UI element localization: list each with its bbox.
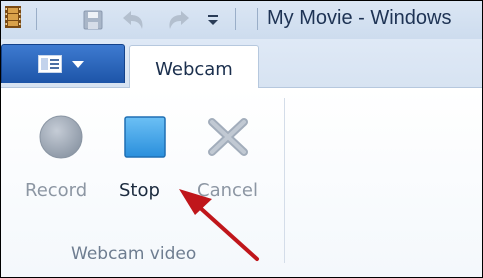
app-window: My Movie - Windows Webcam Record Stop Ca… <box>0 0 483 278</box>
annotation-arrow <box>179 189 259 261</box>
